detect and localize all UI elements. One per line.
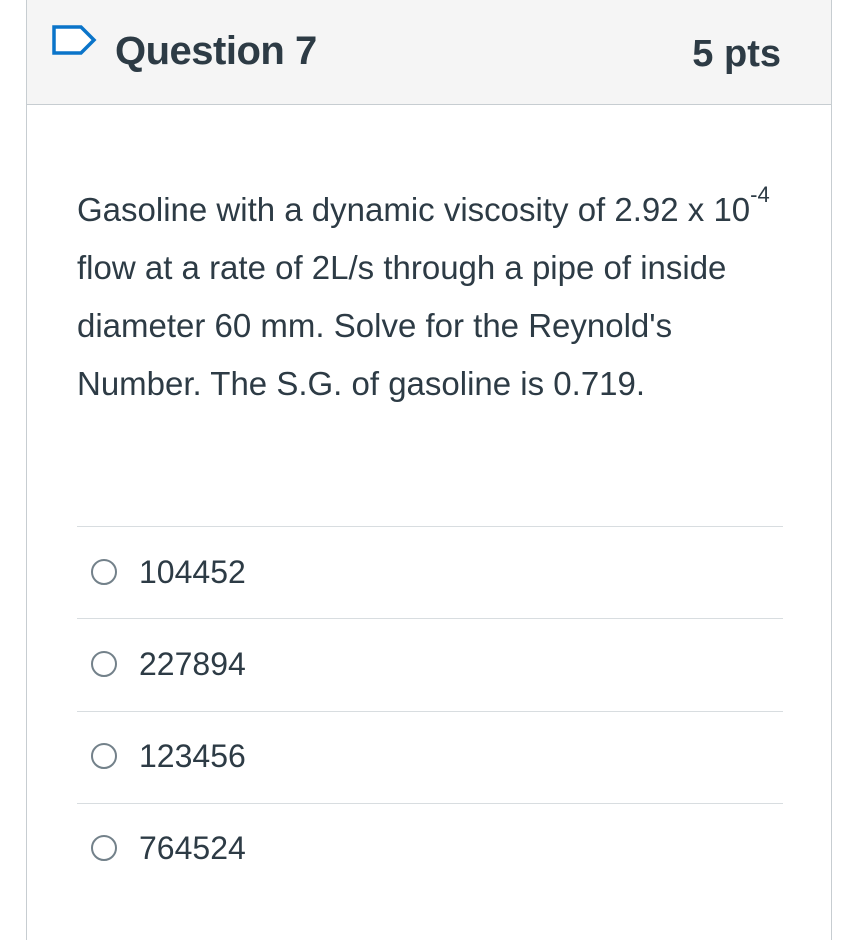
question-header: Question 7 5 pts <box>27 0 831 105</box>
radio-button-icon[interactable] <box>91 651 117 677</box>
answer-label: 764524 <box>139 830 246 866</box>
answer-option-3[interactable]: 123456 <box>77 729 783 789</box>
radio-button-icon[interactable] <box>91 743 117 769</box>
question-text: Gasoline with a dynamic viscosity of 2.9… <box>77 181 787 413</box>
question-title: Question 7 <box>115 29 317 73</box>
flag-question-icon[interactable] <box>51 24 97 56</box>
answer-label: 227894 <box>139 646 246 682</box>
answer-option-2[interactable]: 227894 <box>77 637 783 697</box>
question-exponent: -4 <box>750 182 770 207</box>
answer-label: 104452 <box>139 554 246 590</box>
answer-label: 123456 <box>139 738 246 774</box>
answer-divider <box>77 711 783 712</box>
question-text-part1: Gasoline with a dynamic viscosity of 2.9… <box>77 191 751 228</box>
answer-divider <box>77 526 783 527</box>
answer-option-4[interactable]: 764524 <box>77 821 783 881</box>
radio-button-icon[interactable] <box>91 835 117 861</box>
question-card: Question 7 5 pts Gasoline with a dynamic… <box>26 0 832 940</box>
question-points: 5 pts <box>692 33 781 75</box>
answer-divider <box>77 803 783 804</box>
question-text-part2: flow at a rate of 2L/s through a pipe of… <box>77 249 727 402</box>
answer-divider <box>77 618 783 619</box>
answer-option-1[interactable]: 104452 <box>77 545 783 605</box>
radio-button-icon[interactable] <box>91 559 117 585</box>
